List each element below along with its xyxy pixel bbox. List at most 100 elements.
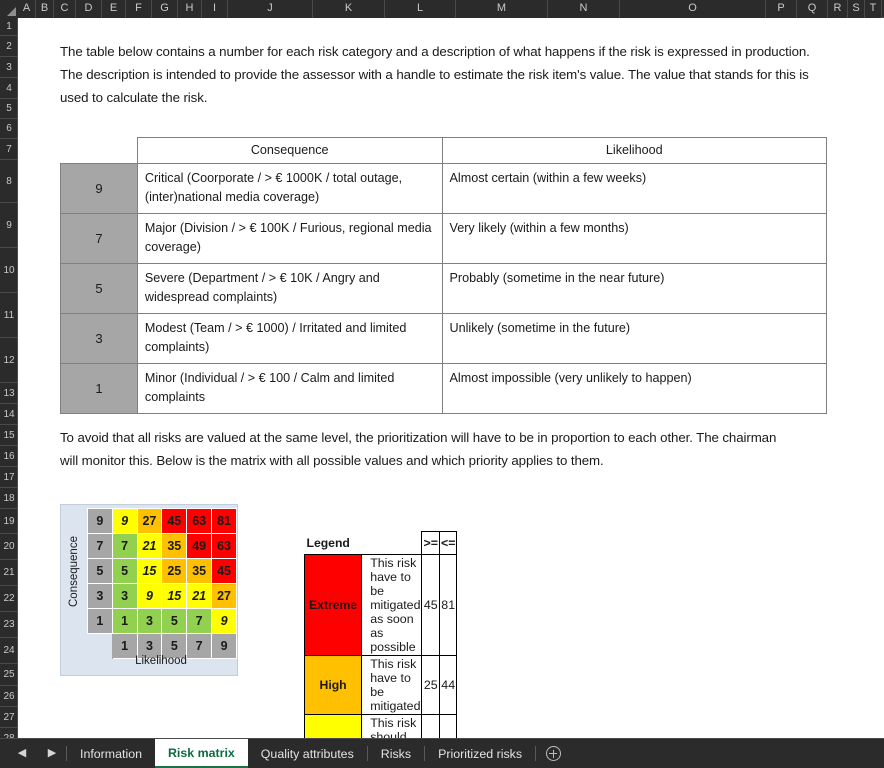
column-header-J[interactable]: J xyxy=(228,0,313,18)
matrix-consequence-axis-cell: 5 xyxy=(87,558,113,584)
row-header-16[interactable]: 16 xyxy=(0,446,18,467)
column-header-F[interactable]: F xyxy=(126,0,152,18)
matrix-cell-mod: 9 xyxy=(211,608,237,634)
column-header-R[interactable]: R xyxy=(828,0,848,18)
next-sheet-arrow-icon[interactable]: ▶ xyxy=(46,748,58,759)
legend-header-row: Legend >= <= xyxy=(305,531,458,555)
row-header-8[interactable]: 8 xyxy=(0,160,18,203)
column-header-G[interactable]: G xyxy=(152,0,178,18)
column-header-S[interactable]: S xyxy=(848,0,865,18)
column-header-A[interactable]: A xyxy=(18,0,36,18)
matrix-cell-ext: 45 xyxy=(161,508,188,534)
column-header-H[interactable]: H xyxy=(178,0,202,18)
row-consequence: Critical (Coorporate / > € 1000K / total… xyxy=(136,163,443,214)
matrix-consequence-axis-cell: 1 xyxy=(87,608,113,634)
column-header-T[interactable]: T xyxy=(865,0,882,18)
row-header-17[interactable]: 17 xyxy=(0,467,18,488)
row-header-13[interactable]: 13 xyxy=(0,383,18,404)
matrix-cell-high: 27 xyxy=(211,583,237,609)
matrix-cell-low: 3 xyxy=(111,583,138,609)
matrix-cell-mod: 9 xyxy=(111,508,138,534)
row-likelihood: Almost impossible (very unlikely to happ… xyxy=(441,363,828,414)
column-header-Q[interactable]: Q xyxy=(797,0,828,18)
risk-matrix-panel: Consequence 9 9 27 45 63 81 7 7 21 35 49 63 5 5 15 25 35… xyxy=(60,504,238,676)
row-header-21[interactable]: 21 xyxy=(0,560,18,586)
row-header-26[interactable]: 26 xyxy=(0,686,18,707)
row-header-10[interactable]: 10 xyxy=(0,248,18,293)
legend-severity: Extreme xyxy=(303,554,363,656)
prev-sheet-arrow-icon[interactable]: ◀ xyxy=(16,748,28,759)
column-header-L[interactable]: L xyxy=(385,0,456,18)
row-header-11[interactable]: 11 xyxy=(0,293,18,338)
row-likelihood: Very likely (within a few months) xyxy=(441,213,828,264)
column-header-C[interactable]: C xyxy=(54,0,76,18)
matrix-cell-mod: 15 xyxy=(161,583,188,609)
row-consequence: Major (Division / > € 100K / Furious, re… xyxy=(136,213,443,264)
column-header-N[interactable]: N xyxy=(548,0,620,18)
row-header-23[interactable]: 23 xyxy=(0,612,18,638)
matrix-cell-mod: 21 xyxy=(186,583,213,609)
column-header-E[interactable]: E xyxy=(102,0,126,18)
table-row: 1 Minor (Individual / > € 100 / Calm and… xyxy=(60,363,828,414)
row-header-6[interactable]: 6 xyxy=(0,119,18,139)
row-header-3[interactable]: 3 xyxy=(0,57,18,78)
row-header-7[interactable]: 7 xyxy=(0,139,18,160)
sheet-tab-risk-matrix[interactable]: Risk matrix xyxy=(154,739,248,768)
row-consequence: Severe (Department / > € 10K / Angry and… xyxy=(136,263,443,314)
legend-gte-header: >= xyxy=(421,531,440,555)
matrix-x-axis-label: Likelihood xyxy=(135,655,187,667)
row-header-5[interactable]: 5 xyxy=(0,99,18,119)
row-header-19[interactable]: 19 xyxy=(0,509,18,534)
matrix-row: 5 5 15 25 35 45 xyxy=(87,558,237,584)
row-consequence: Modest (Team / > € 1000) / Irritated and… xyxy=(136,313,443,364)
column-header-P[interactable]: P xyxy=(766,0,797,18)
select-all-triangle-icon xyxy=(7,7,16,16)
matrix-consequence-axis-cell: 9 xyxy=(87,508,113,534)
legend-lte: 81 xyxy=(438,554,458,656)
risk-definition-table: Consequence Likelihood 9 Critical (Coorp… xyxy=(60,137,828,414)
column-header-O[interactable]: O xyxy=(620,0,766,18)
legend-title: Legend xyxy=(306,535,350,550)
row-header-14[interactable]: 14 xyxy=(0,404,18,425)
legend-severity: High xyxy=(303,655,363,715)
row-header-15[interactable]: 15 xyxy=(0,425,18,446)
select-all-corner[interactable] xyxy=(0,0,18,18)
prioritization-paragraph: To avoid that all risks are valued at th… xyxy=(60,430,777,468)
row-header-20[interactable]: 20 xyxy=(0,534,18,560)
column-header-K[interactable]: K xyxy=(313,0,385,18)
legend-gte: 45 xyxy=(421,554,440,656)
row-header-22[interactable]: 22 xyxy=(0,586,18,612)
row-header-18[interactable]: 18 xyxy=(0,488,18,509)
row-likelihood: Almost certain (within a few weeks) xyxy=(441,163,828,214)
sheet-tab-prioritized-risks[interactable]: Prioritized risks xyxy=(425,739,536,768)
matrix-cell-low: 3 xyxy=(136,608,163,634)
column-header-bar: ABCDEFGHIJKLMNOPQRST xyxy=(0,0,884,18)
legend-severity: Moderate xyxy=(303,714,363,738)
row-header-9[interactable]: 9 xyxy=(0,203,18,248)
row-header-24[interactable]: 24 xyxy=(0,638,18,664)
sheet-tab-quality-attributes[interactable]: Quality attributes xyxy=(247,739,367,768)
column-header-M[interactable]: M xyxy=(456,0,548,18)
row-header-25[interactable]: 25 xyxy=(0,664,18,686)
matrix-consequence-axis-cell: 7 xyxy=(87,533,113,559)
column-header-D[interactable]: D xyxy=(76,0,102,18)
legend-row: Extreme This risk have to be mitigated a… xyxy=(303,554,458,656)
column-header-B[interactable]: B xyxy=(36,0,54,18)
row-likelihood: Unlikely (sometime in the future) xyxy=(441,313,828,364)
matrix-cell-low: 7 xyxy=(111,533,138,559)
row-header-4[interactable]: 4 xyxy=(0,78,18,99)
add-sheet-button[interactable] xyxy=(536,739,570,768)
row-header-1[interactable]: 1 xyxy=(0,18,18,36)
row-header-27[interactable]: 27 xyxy=(0,707,18,728)
legend-table: Legend >= <= Extreme This risk have to b… xyxy=(303,531,458,738)
sheet-tab-information[interactable]: Information xyxy=(67,739,155,768)
row-header-2[interactable]: 2 xyxy=(0,36,18,57)
column-header-I[interactable]: I xyxy=(202,0,228,18)
matrix-row: 7 7 21 35 49 63 xyxy=(87,533,237,559)
table-row: 3 Modest (Team / > € 1000) / Irritated a… xyxy=(60,313,828,364)
legend-row: Moderate This risk should be mitigated 9… xyxy=(303,714,458,738)
row-header-12[interactable]: 12 xyxy=(0,338,18,383)
sheet-tab-risks[interactable]: Risks xyxy=(367,739,425,768)
matrix-cell-low: 1 xyxy=(111,608,138,634)
sheet-nav-arrows: ◀ ▶ xyxy=(0,739,66,768)
